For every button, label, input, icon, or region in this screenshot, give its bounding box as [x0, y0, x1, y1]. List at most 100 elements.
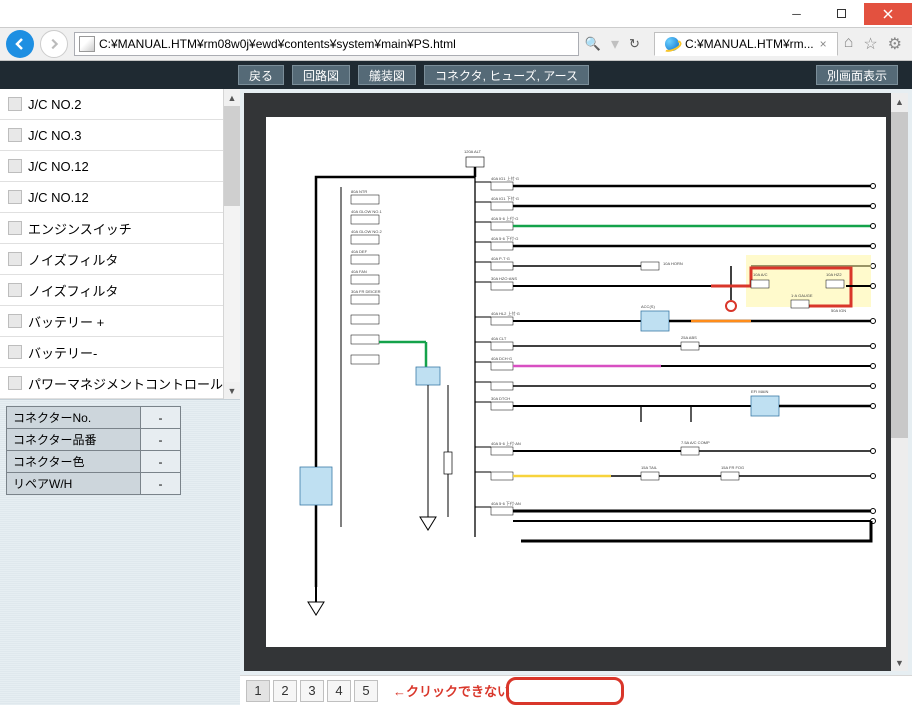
component-list[interactable]: J/C NO.2 J/C NO.3 J/C NO.12 J/C NO.12 エン… [0, 89, 240, 399]
svg-text:40A 5·6 下付·G: 40A 5·6 下付·G [491, 235, 518, 241]
list-item-label: ノイズフィルタ [28, 281, 118, 300]
item-icon [8, 252, 22, 266]
svg-text:10A HORN: 10A HORN [663, 261, 683, 266]
info-label: コネクターNo. [7, 407, 141, 429]
svg-text:10A A/C: 10A A/C [753, 272, 768, 277]
table-row: コネクターNo.- [7, 407, 181, 429]
list-item[interactable]: J/C NO.3 [0, 120, 240, 151]
svg-text:80A NTR: 80A NTR [351, 189, 367, 194]
svg-text:40A DEF: 40A DEF [351, 249, 368, 254]
scroll-down-icon[interactable]: ▼ [891, 654, 908, 671]
connectors-button[interactable]: コネクタ, ヒューズ, アース [424, 65, 589, 85]
svg-text:15A TAIL: 15A TAIL [641, 465, 658, 470]
scroll-up-icon[interactable]: ▲ [891, 93, 908, 110]
scroll-thumb[interactable] [224, 106, 240, 206]
diag-label: 120A ALT [464, 149, 482, 154]
list-item-label: J/C NO.12 [28, 159, 89, 174]
separator: ▾ [611, 34, 619, 54]
list-item[interactable]: パワーマネジメントコントロール [0, 368, 240, 399]
list-item[interactable]: ノイズフィルタ [0, 275, 240, 306]
svg-text:1·A GAUGE: 1·A GAUGE [791, 293, 813, 298]
page-icon [79, 36, 95, 52]
svg-text:40A GLOW NO.1: 40A GLOW NO.1 [351, 209, 382, 214]
circuit-button[interactable]: 回路図 [292, 65, 350, 85]
list-item[interactable]: エンジンスイッチ [0, 213, 240, 244]
item-icon [8, 314, 22, 328]
item-icon [8, 376, 22, 390]
page-button-5[interactable]: 5 [354, 680, 378, 702]
search-icon[interactable]: 🔍 [585, 36, 601, 52]
other-screen-button[interactable]: 別画面表示 [816, 65, 898, 85]
page-button-3[interactable]: 3 [300, 680, 324, 702]
annotation-highlight [506, 677, 624, 705]
list-item-label: パワーマネジメントコントロール [28, 374, 223, 393]
scroll-down-icon[interactable]: ▼ [224, 382, 240, 399]
svg-text:10A HZ2: 10A HZ2 [826, 272, 842, 277]
table-row: リペアW/H- [7, 473, 181, 495]
page-button-1[interactable]: 1 [246, 680, 270, 702]
list-item[interactable]: J/C NO.12 [0, 182, 240, 213]
scroll-thumb[interactable] [891, 112, 908, 438]
diagram-panel: 120A ALT 80A NTR 40A GLOW NO.1 40A [240, 89, 912, 705]
list-item-label: バッテリー- [28, 343, 97, 362]
svg-text:40A HL2 上付·G: 40A HL2 上付·G [491, 310, 520, 316]
maximize-button[interactable] [819, 3, 864, 25]
info-label: コネクター品番 [7, 429, 141, 451]
pagination: 1 2 3 4 5 ←クリックできない [240, 675, 912, 705]
list-item-label: J/C NO.12 [28, 190, 89, 205]
address-bar: C:¥MANUAL.HTM¥rm08w0j¥ewd¥contents¥syste… [0, 28, 912, 61]
diagram-viewport[interactable]: 120A ALT 80A NTR 40A GLOW NO.1 40A [244, 93, 908, 671]
item-icon [8, 97, 22, 111]
browser-tab[interactable]: C:¥MANUAL.HTM¥rm... × [654, 32, 838, 56]
address-controls: 🔍 ▾ ↻ [585, 34, 640, 54]
favorites-icon[interactable]: ☆ [863, 34, 877, 54]
home-icon[interactable]: ⌂ [844, 34, 854, 54]
minimize-button[interactable]: ─ [774, 3, 819, 25]
url-input[interactable]: C:¥MANUAL.HTM¥rm08w0j¥ewd¥contents¥syste… [74, 32, 579, 56]
list-item-label: バッテリー + [28, 312, 104, 331]
list-item[interactable]: ノイズフィルタ [0, 244, 240, 275]
url-text: C:¥MANUAL.HTM¥rm08w0j¥ewd¥contents¥syste… [99, 37, 456, 51]
list-item[interactable]: J/C NO.2 [0, 89, 240, 120]
diagram-scrollbar[interactable]: ▲ ▼ [891, 93, 908, 671]
nav-forward-button[interactable] [40, 30, 68, 58]
sidebar-scrollbar[interactable]: ▲ ▼ [223, 89, 240, 399]
list-item-label: エンジンスイッチ [28, 219, 132, 238]
mount-button[interactable]: 艤装図 [358, 65, 416, 85]
list-item[interactable]: バッテリー- [0, 337, 240, 368]
refresh-icon[interactable]: ↻ [629, 36, 640, 52]
app-toolbar: 戻る 回路図 艤装図 コネクタ, ヒューズ, アース 別画面表示 [0, 61, 912, 89]
scroll-up-icon[interactable]: ▲ [224, 89, 240, 106]
tab-close-icon[interactable]: × [820, 37, 827, 51]
table-row: コネクター品番- [7, 429, 181, 451]
info-value: - [141, 429, 181, 451]
list-item[interactable]: バッテリー + [0, 306, 240, 337]
svg-text:40A P-T·G: 40A P-T·G [491, 256, 510, 261]
tools-icon[interactable]: ⚙ [888, 34, 902, 54]
close-button[interactable] [864, 3, 912, 25]
item-icon [8, 159, 22, 173]
svg-text:25A ABS: 25A ABS [681, 335, 697, 340]
svg-text:30A FR DEICER: 30A FR DEICER [351, 289, 381, 294]
svg-text:40A 5·6 下付·AN: 40A 5·6 下付·AN [491, 500, 521, 506]
svg-text:50A IGN: 50A IGN [831, 308, 846, 313]
info-label: コネクター色 [7, 451, 141, 473]
svg-text:ACC(S): ACC(S) [641, 304, 655, 309]
list-item[interactable]: J/C NO.12 [0, 151, 240, 182]
page-button-4[interactable]: 4 [327, 680, 351, 702]
item-icon [8, 221, 22, 235]
svg-text:7.5A A/C COMP: 7.5A A/C COMP [681, 440, 710, 445]
sidebar: J/C NO.2 J/C NO.3 J/C NO.12 J/C NO.12 エン… [0, 89, 240, 705]
back-button[interactable]: 戻る [238, 65, 284, 85]
nav-back-button[interactable] [6, 30, 34, 58]
item-icon [8, 128, 22, 142]
svg-text:40A GLOW NO.2: 40A GLOW NO.2 [351, 229, 382, 234]
list-item-label: J/C NO.3 [28, 128, 81, 143]
connector-info-table: コネクターNo.- コネクター品番- コネクター色- リペアW/H- [6, 406, 181, 495]
page-button-2[interactable]: 2 [273, 680, 297, 702]
info-value: - [141, 473, 181, 495]
svg-text:30A DTCH: 30A DTCH [491, 396, 510, 401]
svg-text:40A FAN: 40A FAN [351, 269, 367, 274]
wiring-diagram: 120A ALT 80A NTR 40A GLOW NO.1 40A [266, 117, 886, 647]
ie-icon [665, 37, 679, 51]
